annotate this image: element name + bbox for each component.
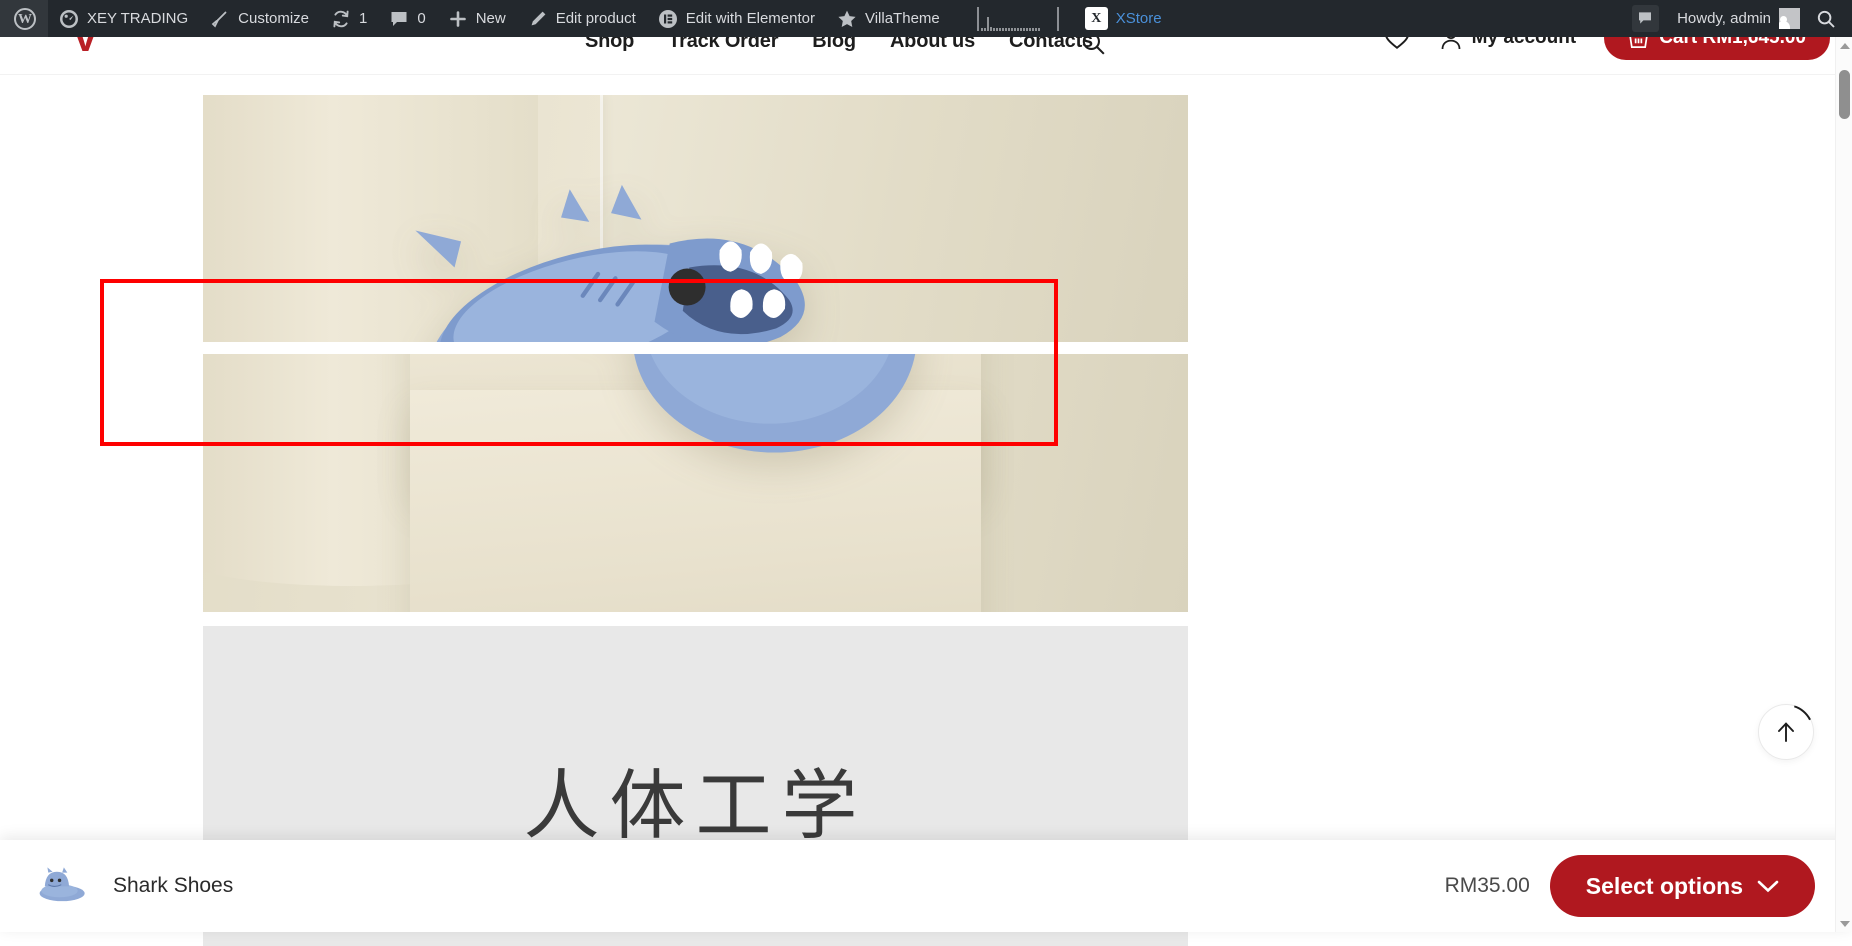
admin-search-button[interactable] bbox=[1810, 0, 1852, 37]
gallery-scene-2 bbox=[203, 354, 1188, 612]
sticky-add-to-cart-bar: Shark Shoes RM35.00 Select options bbox=[0, 840, 1852, 932]
shark-slipper-graphic bbox=[380, 174, 873, 342]
caret-up-icon[interactable] bbox=[1836, 37, 1852, 54]
updates-count: 1 bbox=[359, 10, 367, 27]
edit-with-elementor-label: Edit with Elementor bbox=[686, 10, 815, 27]
howdy-label: Howdy, admin bbox=[1677, 10, 1771, 27]
comment-bubble-icon bbox=[389, 9, 409, 29]
new-content-label: New bbox=[476, 10, 506, 27]
edit-product-label: Edit product bbox=[556, 10, 636, 27]
scroll-to-top-button[interactable] bbox=[1758, 704, 1814, 760]
updates-icon bbox=[331, 9, 351, 29]
scrollbar-thumb[interactable] bbox=[1839, 70, 1850, 119]
search-icon bbox=[1816, 9, 1836, 29]
avatar bbox=[1779, 8, 1800, 29]
analytics-sparkline[interactable] bbox=[951, 0, 1069, 37]
pencil-icon bbox=[528, 9, 548, 29]
gallery-scene-1 bbox=[203, 95, 1188, 342]
site-name-button[interactable]: XEY TRADING bbox=[48, 0, 199, 37]
site-name-label: XEY TRADING bbox=[87, 10, 188, 27]
edit-product-button[interactable]: Edit product bbox=[517, 0, 647, 37]
wordpress-admin-bar: W XEY TRADING Customize 1 0 New bbox=[0, 0, 1852, 37]
admin-comments-icon-button[interactable] bbox=[1620, 0, 1671, 37]
paintbrush-icon bbox=[210, 9, 230, 29]
sticky-bar-actions: RM35.00 Select options bbox=[1445, 855, 1852, 917]
sparkline-icon bbox=[977, 7, 1059, 31]
product-image-3-caption: 人体工学 bbox=[524, 744, 868, 854]
product-image-1[interactable] bbox=[203, 95, 1188, 342]
page-scrollbar[interactable] bbox=[1835, 37, 1852, 932]
villatheme-label: VillaTheme bbox=[865, 10, 940, 27]
product-thumbnail[interactable] bbox=[37, 860, 89, 912]
plus-icon bbox=[448, 9, 468, 29]
star-icon bbox=[837, 9, 857, 29]
dashboard-icon bbox=[59, 9, 79, 29]
chevron-down-icon bbox=[1757, 879, 1779, 893]
xstore-button[interactable]: X XStore bbox=[1069, 0, 1176, 37]
howdy-user-button[interactable]: Howdy, admin bbox=[1671, 0, 1810, 37]
xstore-icon: X bbox=[1085, 7, 1108, 30]
product-gallery: 人体工学 bbox=[203, 95, 1188, 946]
customize-label: Customize bbox=[238, 10, 309, 27]
comments-count: 0 bbox=[417, 10, 425, 27]
sticky-product-price: RM35.00 bbox=[1445, 874, 1530, 898]
product-image-2[interactable] bbox=[203, 354, 1188, 612]
shark-slipper-graphic bbox=[558, 354, 991, 504]
sticky-product-title: Shark Shoes bbox=[113, 874, 233, 898]
wp-logo-button[interactable]: W bbox=[0, 0, 48, 37]
customize-button[interactable]: Customize bbox=[199, 0, 320, 37]
villatheme-button[interactable]: VillaTheme bbox=[826, 0, 951, 37]
edit-with-elementor-button[interactable]: Edit with Elementor bbox=[647, 0, 826, 37]
comments-button[interactable]: 0 bbox=[378, 0, 436, 37]
new-content-button[interactable]: New bbox=[437, 0, 517, 37]
select-options-button[interactable]: Select options bbox=[1550, 855, 1815, 917]
comment-bubble-icon bbox=[1632, 5, 1659, 32]
caret-down-icon[interactable] bbox=[1836, 915, 1852, 932]
updates-button[interactable]: 1 bbox=[320, 0, 378, 37]
arrow-up-icon bbox=[1775, 720, 1797, 744]
wordpress-icon: W bbox=[14, 8, 36, 30]
xstore-label: XStore bbox=[1116, 10, 1162, 27]
admin-bar-right: Howdy, admin bbox=[1620, 0, 1852, 37]
elementor-icon bbox=[658, 9, 678, 29]
select-options-label: Select options bbox=[1586, 873, 1743, 900]
